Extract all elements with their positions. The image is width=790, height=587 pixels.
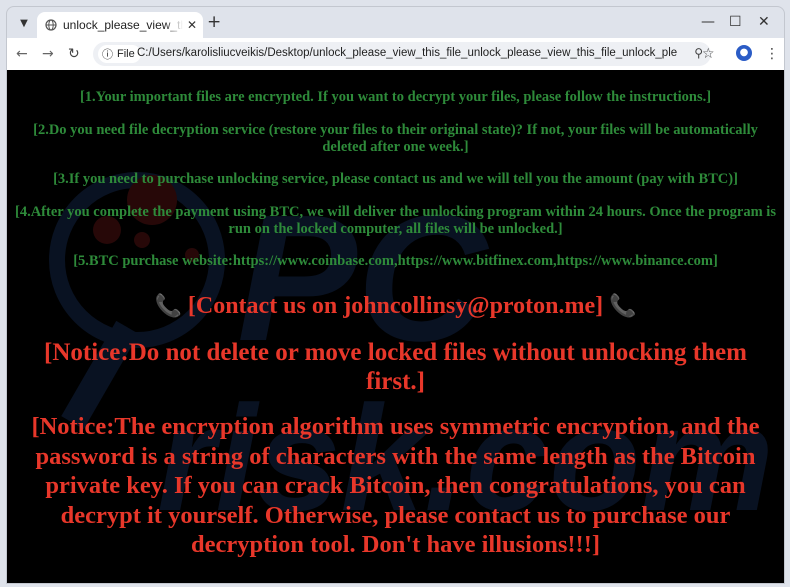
instruction-line-2: [2.Do you need file decryption service (… xyxy=(33,122,758,155)
browser-toolbar: ← → ↻ ⓘ File C:/Users/karolisliucveikis/… xyxy=(7,38,784,70)
back-arrow-icon[interactable]: ← xyxy=(16,46,28,62)
site-info-chip[interactable]: ⓘ File xyxy=(98,45,141,63)
phone-icon: 📞 xyxy=(609,293,637,318)
tab-strip: ▼ unlock_please_view_this_file_unlock_pl… xyxy=(7,7,784,38)
close-icon[interactable]: ✕ xyxy=(187,18,197,32)
contact-line: 📞 [Contact us on johncollinsy@proton.me]… xyxy=(7,292,784,320)
chevron-down-icon[interactable]: ▼ xyxy=(13,12,35,34)
notice-encryption: [Notice:The encryption algorithm uses sy… xyxy=(31,413,760,558)
address-bar[interactable]: ⓘ File C:/Users/karolisliucveikis/Deskto… xyxy=(93,42,711,66)
globe-icon xyxy=(45,19,57,31)
maximize-icon[interactable]: ☐ xyxy=(729,14,742,30)
file-chip-label: File xyxy=(117,48,135,60)
notice-delete: [Notice:Do not delete or move locked fil… xyxy=(44,339,747,395)
url-text[interactable]: C:/Users/karolisliucveikis/Desktop/unloc… xyxy=(137,47,677,59)
browser-window: ▼ unlock_please_view_this_file_unlock_pl… xyxy=(6,6,785,584)
instruction-line-4: [4.After you complete the payment using … xyxy=(15,204,776,237)
forward-arrow-icon[interactable]: → xyxy=(42,46,54,62)
profile-icon[interactable]: ● xyxy=(736,45,752,61)
reload-icon[interactable]: ↻ xyxy=(68,46,80,62)
close-window-icon[interactable]: ✕ xyxy=(758,14,770,30)
active-tab[interactable]: unlock_please_view_this_file_unlock_plea… xyxy=(37,12,203,38)
plus-icon[interactable]: + xyxy=(207,14,221,31)
instruction-line-3: [3.If you need to purchase unlocking ser… xyxy=(53,171,738,187)
minimize-icon[interactable]: — xyxy=(701,14,715,30)
ransom-note-page: PC risk.com [1.Your important files are … xyxy=(7,70,784,583)
info-icon: ⓘ xyxy=(102,49,113,61)
star-icon[interactable]: ☆ xyxy=(702,46,715,62)
instruction-line-1: [1.Your important files are encrypted. I… xyxy=(79,89,712,105)
contact-email-text: [Contact us on johncollinsy@proton.me] xyxy=(187,293,604,319)
instruction-line-5: [5.BTC purchase website:https://www.coin… xyxy=(73,253,718,269)
tab-title: unlock_please_view_this_file_unlock_plea… xyxy=(63,18,183,32)
phone-icon: 📞 xyxy=(154,293,182,318)
kebab-menu-icon[interactable]: ⋮ xyxy=(765,46,779,62)
